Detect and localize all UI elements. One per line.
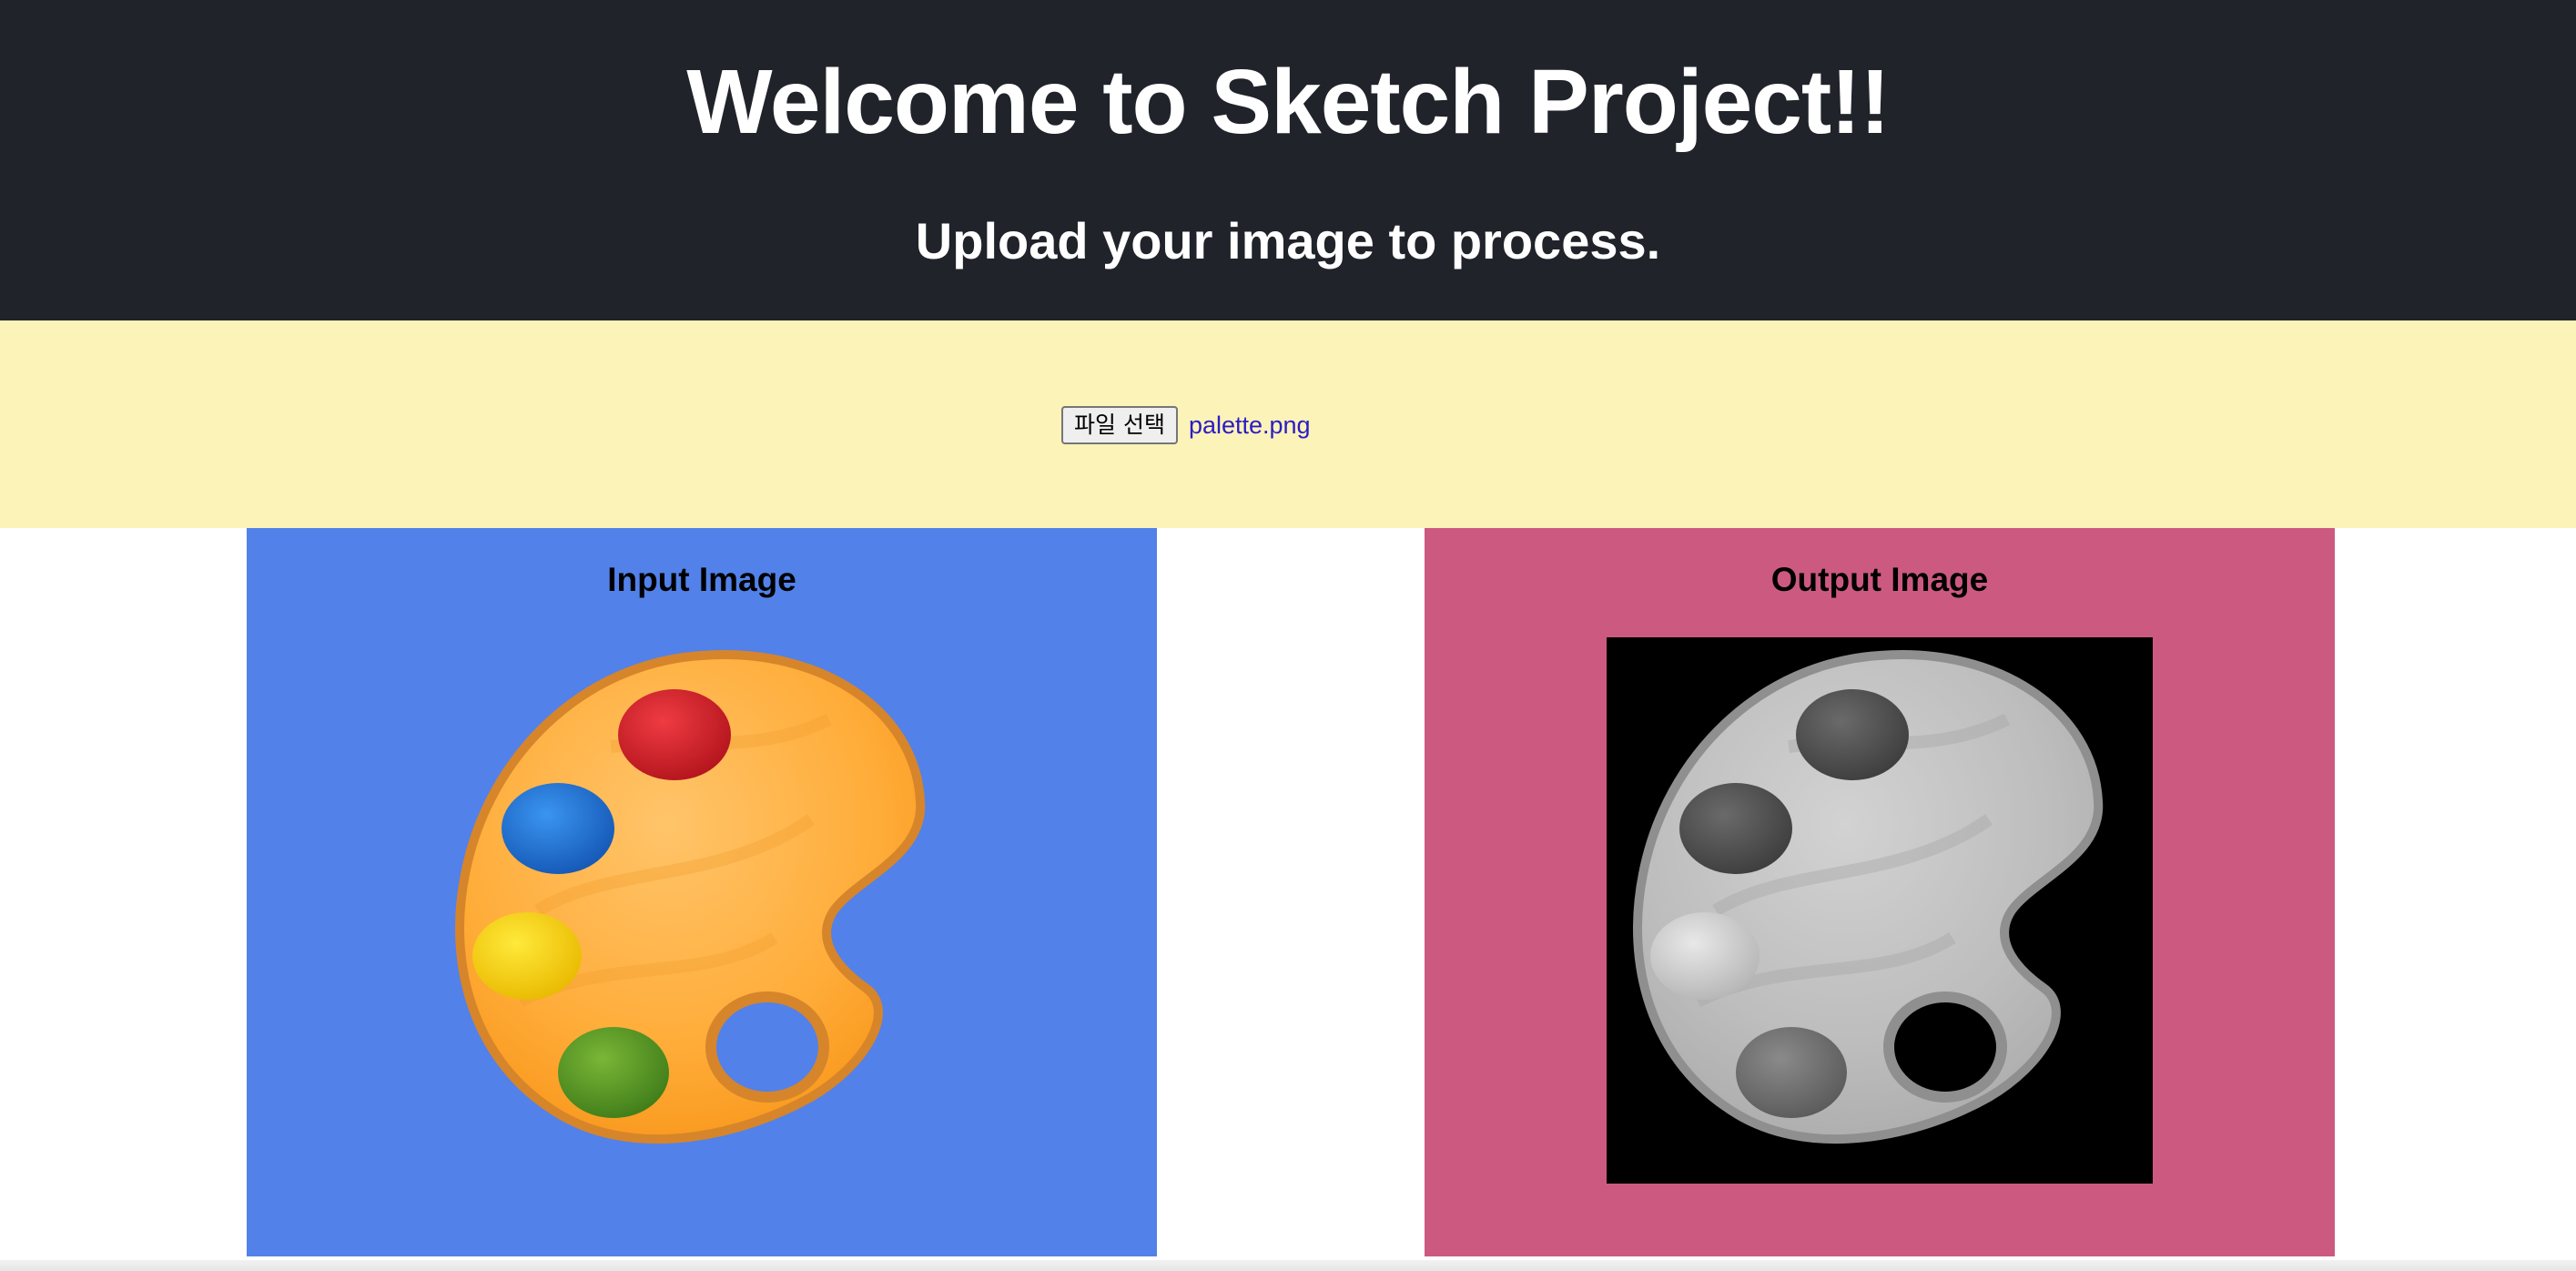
input-image [429, 637, 975, 1184]
palette-icon [455, 650, 926, 1144]
selected-file-name: palette.png [1188, 411, 1311, 439]
file-upload-control[interactable]: 파일 선택 palette.png [1061, 405, 1311, 445]
page-subtitle: Upload your image to process. [915, 212, 1661, 269]
page-title: Welcome to Sketch Project!! [686, 51, 1891, 153]
output-image-title: Output Image [1770, 561, 1989, 598]
page-bottom-shadow [0, 1260, 2576, 1271]
palette-icon [1633, 650, 2104, 1144]
output-image [1607, 637, 2153, 1184]
choose-file-button[interactable]: 파일 선택 [1061, 406, 1178, 444]
input-image-title: Input Image [607, 561, 796, 598]
input-image-panel: Input Image [247, 528, 1157, 1256]
page-header: Welcome to Sketch Project!! Upload your … [0, 0, 2576, 320]
output-image-panel: Output Image [1425, 528, 2335, 1256]
